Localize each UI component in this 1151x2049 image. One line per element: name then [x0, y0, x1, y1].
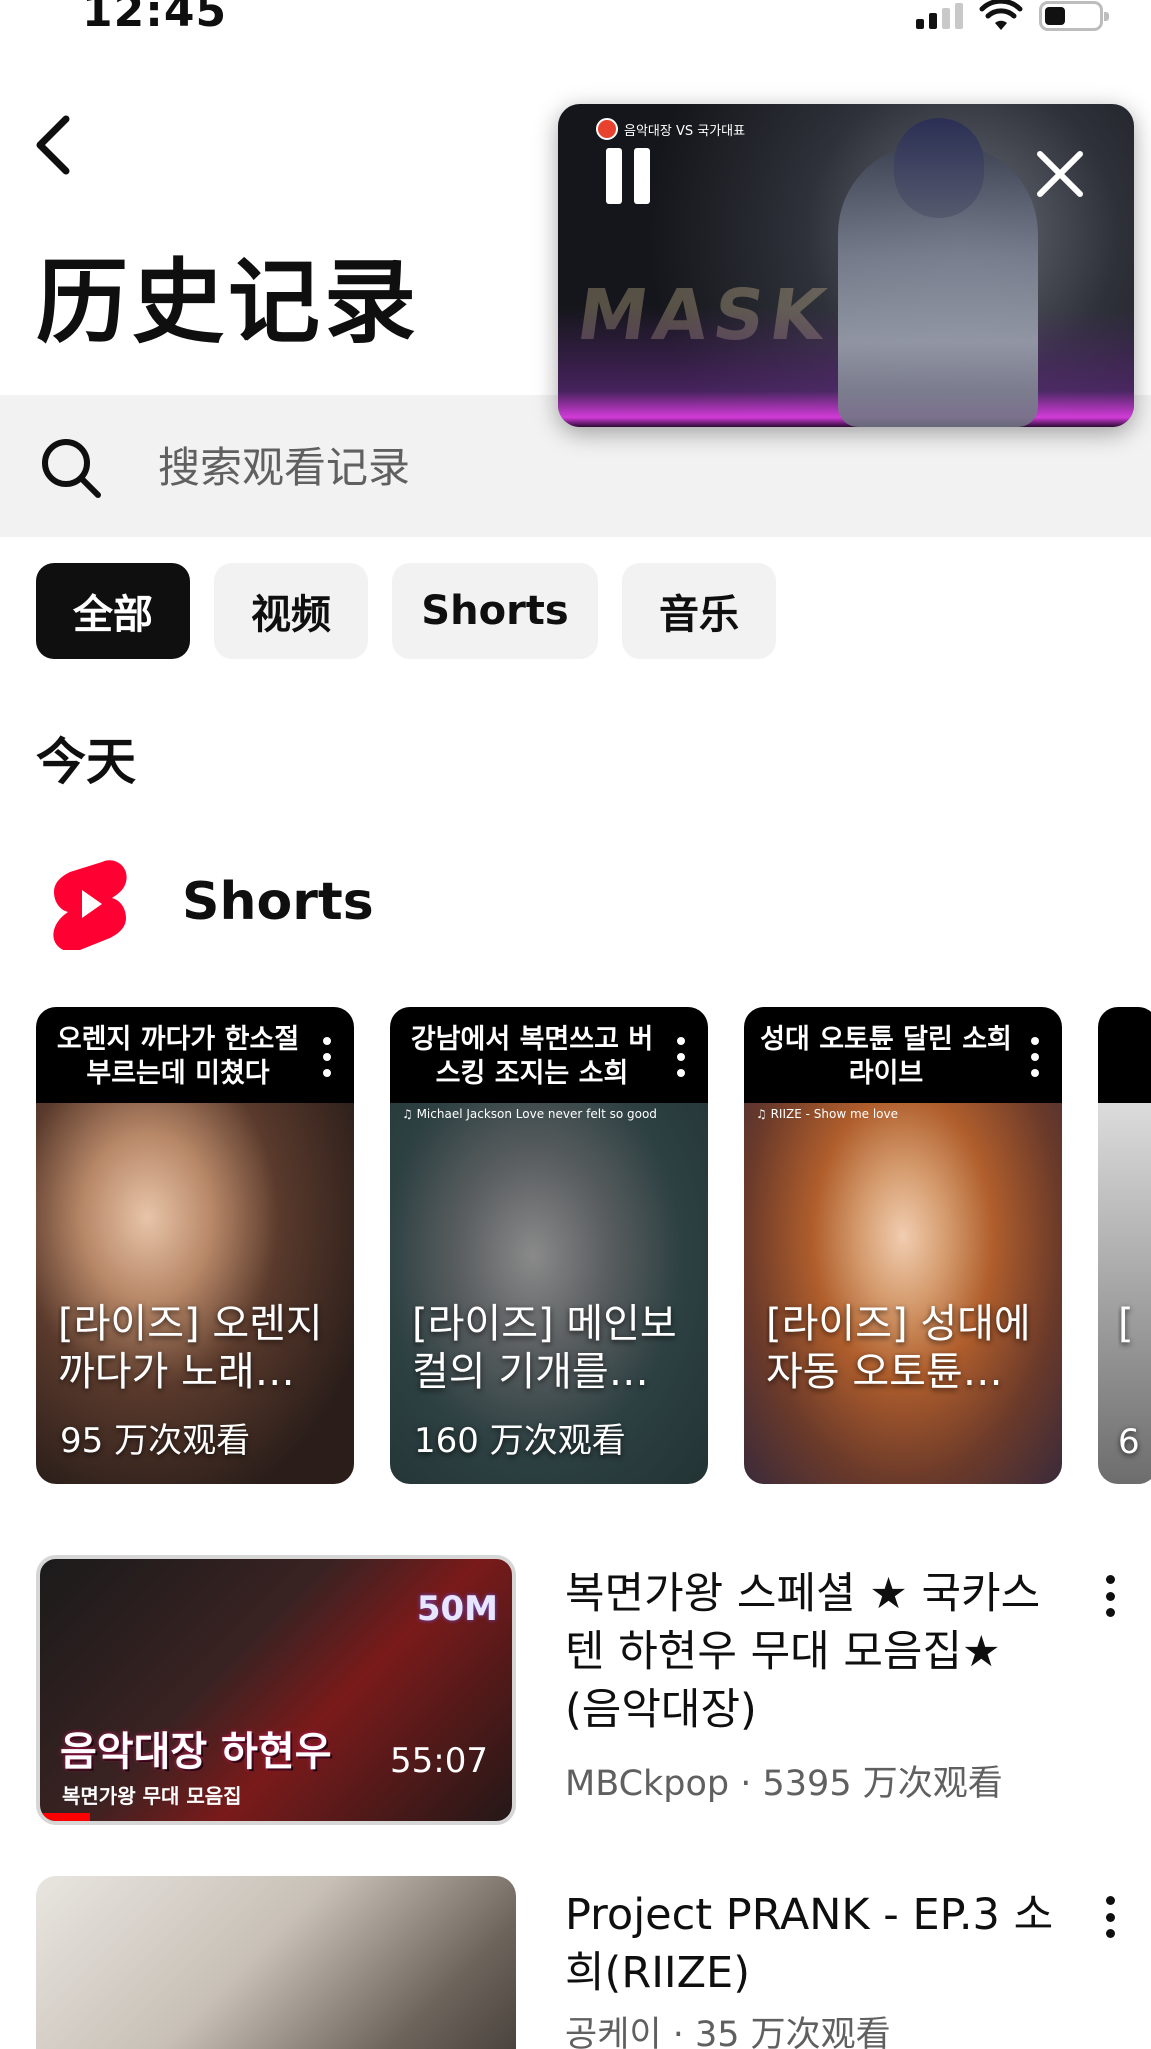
status-icons — [916, 0, 1109, 32]
show-logo-badge — [596, 118, 618, 140]
shorts-section-label: Shorts — [182, 872, 374, 932]
short-title: [라이즈] 오렌지 까다가 노래… — [58, 1301, 323, 1395]
more-vert-button[interactable] — [1102, 1575, 1118, 1617]
shorts-logo-icon — [53, 860, 127, 950]
watch-progress-bar — [40, 1813, 90, 1821]
video-thumb-title: 음악대장 하현우 — [60, 1729, 332, 1775]
video-thumbnail[interactable] — [36, 1876, 516, 2049]
pause-button[interactable] — [606, 148, 654, 204]
video-duration: 55:07 — [390, 1741, 488, 1781]
short-card[interactable]: 성대 오토튠 달린 소희 라이브 ♫ RIIZE - Show me love … — [744, 1007, 1062, 1484]
short-card[interactable]: 강남에서 복면쓰고 버스킹 조지는 소희 ♫ Michael Jackson L… — [390, 1007, 708, 1484]
chip-music[interactable]: 音乐 — [622, 563, 776, 659]
short-caption: 오렌지 까다가 한소절 부르는데 미쳤다 — [36, 1007, 354, 1103]
video-thumb-badge: 50M — [416, 1589, 498, 1629]
short-title: [라이즈] 메인보컬의 기개를… — [412, 1301, 677, 1395]
search-input[interactable] — [158, 435, 718, 499]
short-title: [ — [1118, 1301, 1134, 1347]
more-vert-button[interactable] — [1102, 1896, 1118, 1938]
mini-player[interactable]: MASK 음악대장 VS 국가대표 — [558, 104, 1134, 427]
short-card[interactable]: 오렌지 까다가 한소절 부르는데 미쳤다 [라이즈] 오렌지 까다가 노래… 9… — [36, 1007, 354, 1484]
shorts-row: 오렌지 까다가 한소절 부르는데 미쳤다 [라이즈] 오렌지 까다가 노래… 9… — [36, 1007, 1151, 1484]
chip-all[interactable]: 全部 — [36, 563, 190, 659]
pause-icon-bar-left — [606, 148, 622, 204]
battery-icon — [1039, 1, 1109, 31]
search-icon[interactable] — [38, 435, 104, 501]
mini-player-show-logo: 음악대장 VS 국가대표 — [596, 118, 745, 140]
filter-chips: 全部 视频 Shorts 音乐 — [36, 563, 776, 659]
short-views: 6 — [1118, 1422, 1140, 1462]
chip-shorts[interactable]: Shorts — [392, 563, 598, 659]
video-title: Project PRANK - EP.3 소희(RIIZE) — [565, 1890, 1054, 1998]
short-caption: 강남에서 복면쓰고 버스킹 조지는 소희 — [390, 1007, 708, 1103]
pause-icon-bar-right — [634, 148, 650, 204]
back-button[interactable] — [22, 110, 82, 180]
section-title-today: 今天 — [36, 733, 136, 791]
short-more-button[interactable] — [322, 1037, 332, 1077]
short-thumbnail — [744, 1103, 1062, 1484]
video-thumbnail[interactable]: 50M 음악대장 하현우 복면가왕 무대 모음집 55:07 — [36, 1555, 516, 1825]
close-button[interactable] — [1034, 148, 1086, 200]
video-title: 복면가왕 스페셜 ★ 국카스텐 하현우 무대 모음집★ (음악대장) — [565, 1569, 1041, 1735]
short-caption — [1098, 1007, 1151, 1103]
short-views: 95 万次观看 — [60, 1421, 251, 1461]
short-more-button[interactable] — [676, 1037, 686, 1077]
video-item[interactable]: Project PRANK - EP.3 소희(RIIZE) 공케이 · 35 … — [36, 1876, 1136, 2049]
status-bar: 12:45 — [0, 0, 1151, 40]
show-logo-text: 음악대장 VS 국가대표 — [624, 123, 746, 139]
video-meta: 공케이 · 35 万次观看 — [565, 2015, 891, 2049]
signal-icon — [916, 3, 963, 29]
video-thumb-subtitle: 복면가왕 무대 모음집 — [62, 1784, 242, 1808]
back-icon — [36, 115, 70, 175]
short-music-tag: ♫ Michael Jackson Love never felt so goo… — [402, 1107, 657, 1121]
mini-player-performer-head — [894, 118, 984, 218]
video-item[interactable]: 50M 음악대장 하현우 복면가왕 무대 모음집 55:07 복면가왕 스페셜 … — [36, 1555, 1136, 1825]
short-music-tag: ♫ RIIZE - Show me love — [756, 1107, 898, 1121]
short-title: [라이즈] 성대에 자동 오토튠… — [766, 1301, 1031, 1395]
chip-videos[interactable]: 视频 — [214, 563, 368, 659]
wifi-icon — [979, 0, 1023, 30]
page-title: 历史记录 — [36, 249, 421, 356]
short-more-button[interactable] — [1030, 1037, 1040, 1077]
video-meta: MBCkpop · 5395 万次观看 — [565, 1764, 1003, 1804]
short-views: 160 万次观看 — [414, 1421, 626, 1461]
short-caption: 성대 오토튠 달린 소희 라이브 — [744, 1007, 1062, 1103]
short-card[interactable]: [ 6 — [1098, 1007, 1151, 1484]
status-time: 12:45 — [82, 0, 228, 37]
